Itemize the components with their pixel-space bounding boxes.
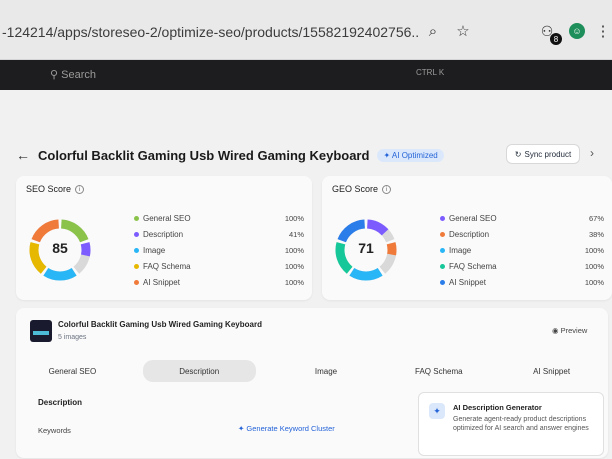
donut-segment: [337, 219, 366, 243]
donut-segment: [349, 267, 383, 281]
donut-segment: [31, 219, 60, 243]
main-content: ← Colorful Backlit Gaming Usb Wired Gami…: [0, 90, 612, 459]
sync-icon: ↻: [514, 149, 522, 159]
metric-row: Image 100%: [134, 246, 304, 260]
product-card: Colorful Backlit Gaming Usb Wired Gaming…: [16, 308, 608, 458]
tab-ai-snippet[interactable]: AI Snippet: [495, 360, 608, 382]
donut-segment: [43, 267, 77, 281]
seo-score-value: 85: [52, 240, 68, 256]
metric-value: 100%: [284, 214, 304, 223]
metric-label: General SEO: [449, 214, 497, 223]
tab-image[interactable]: Image: [270, 360, 383, 382]
legend-dot-icon: [440, 248, 445, 254]
profile-icon[interactable]: ☺: [564, 18, 590, 44]
preview-button[interactable]: ◉ Preview: [552, 326, 587, 335]
metric-value: 100%: [584, 278, 604, 287]
extension-badge: 8: [550, 33, 562, 45]
legend-dot-icon: [134, 280, 139, 286]
metric-label: Description: [449, 230, 490, 239]
geo-score-card: GEO Score i 71 General SEO 67% Description 3…: [322, 176, 612, 300]
metric-label: AI Snippet: [449, 278, 486, 287]
tab-description[interactable]: Description: [142, 360, 256, 382]
product-thumbnail: [30, 320, 52, 342]
legend-dot-icon: [440, 232, 445, 238]
keywords-label: Keywords: [38, 426, 71, 435]
metric-row: FAQ Schema 100%: [134, 262, 304, 276]
admin-topbar: ⚲ Search CTRL K: [0, 60, 612, 90]
browser-toolbar: -124214/apps/storeseo-2/optimize-seo/pro…: [0, 0, 612, 60]
tab-faq-schema[interactable]: FAQ Schema: [382, 360, 495, 382]
metric-value: 41%: [288, 230, 304, 239]
donut-segment: [366, 219, 389, 236]
metric-value: 100%: [284, 262, 304, 271]
back-arrow-icon[interactable]: ←: [16, 147, 30, 163]
metric-label: FAQ Schema: [449, 262, 497, 271]
metric-row: Image 100%: [440, 246, 604, 260]
seo-score-card: SEO Score i 85 General SEO 100% Description…: [16, 176, 312, 300]
metric-row: FAQ Schema 100%: [440, 262, 604, 276]
geo-score-value: 71: [358, 240, 374, 256]
legend-dot-icon: [440, 280, 445, 286]
metric-row: AI Snippet 100%: [440, 278, 604, 292]
eye-icon: ◉: [552, 326, 559, 335]
ai-description-generator[interactable]: ✦ AI Description Generator Generate agen…: [418, 392, 604, 456]
donut-segment: [80, 242, 91, 257]
metric-value: 38%: [588, 230, 604, 239]
metric-row: General SEO 100%: [134, 214, 304, 228]
metric-value: 67%: [588, 214, 604, 223]
metric-value: 100%: [584, 246, 604, 255]
search-input[interactable]: ⚲ Search: [50, 67, 380, 83]
product-image-count: 5 images: [58, 334, 87, 341]
search-shortcut: CTRL K: [416, 68, 445, 77]
page-title: Colorful Backlit Gaming Usb Wired Gaming…: [38, 147, 370, 163]
info-icon[interactable]: i: [75, 185, 85, 195]
sparkle-icon: ✦: [238, 424, 245, 433]
menu-icon[interactable]: ⋮: [590, 18, 612, 44]
more-actions-icon[interactable]: ›: [590, 146, 594, 160]
metric-label: FAQ Schema: [143, 262, 191, 271]
legend-dot-icon: [440, 216, 445, 222]
donut-segment: [60, 219, 89, 243]
metric-row: Description 41%: [134, 230, 304, 244]
metric-label: Description: [143, 230, 184, 239]
page-header: ← Colorful Backlit Gaming Usb Wired Gami…: [16, 144, 444, 166]
metric-row: General SEO 67%: [440, 214, 604, 228]
legend-dot-icon: [134, 248, 139, 254]
seo-tabs: General SEO Description Image FAQ Schema AI …: [16, 360, 608, 382]
product-name: Colorful Backlit Gaming Usb Wired Gaming…: [58, 320, 262, 329]
metric-label: Image: [449, 246, 472, 255]
geo-score-title: GEO Score i: [332, 184, 392, 195]
generate-keyword-cluster-button[interactable]: ✦ Generate Keyword Cluster: [238, 424, 335, 433]
zoom-icon[interactable]: ⌕: [420, 18, 446, 44]
legend-dot-icon: [134, 264, 139, 270]
metric-value: 100%: [284, 246, 304, 255]
sparkle-icon: ✦: [429, 403, 445, 419]
metric-row: AI Snippet 100%: [134, 278, 304, 292]
metric-value: 100%: [284, 278, 304, 287]
ai-generator-title: AI Description Generator: [453, 403, 542, 412]
metric-row: Description 38%: [440, 230, 604, 244]
extension-icon[interactable]: ⚇ 8: [534, 18, 562, 45]
ai-generator-description: Generate agent-ready product description…: [453, 416, 589, 432]
address-bar[interactable]: -124214/apps/storeseo-2/optimize-seo/pro…: [0, 18, 420, 46]
legend-dot-icon: [440, 264, 445, 270]
tab-general-seo[interactable]: General SEO: [16, 360, 129, 382]
search-icon: ⚲: [50, 69, 59, 81]
legend-dot-icon: [134, 216, 139, 222]
metric-label: Image: [143, 246, 166, 255]
metric-label: General SEO: [143, 214, 191, 223]
metric-value: 100%: [584, 262, 604, 271]
legend-dot-icon: [134, 232, 139, 238]
metric-label: AI Snippet: [143, 278, 180, 287]
ai-optimized-badge: ✦ AI Optimized: [377, 148, 444, 162]
sync-product-button[interactable]: ↻ Sync product: [506, 144, 580, 164]
donut-segment: [386, 242, 397, 256]
star-icon[interactable]: ☆: [450, 18, 476, 44]
seo-score-title: SEO Score i: [26, 184, 85, 195]
info-icon[interactable]: i: [382, 185, 392, 195]
description-section-title: Description: [38, 398, 83, 407]
